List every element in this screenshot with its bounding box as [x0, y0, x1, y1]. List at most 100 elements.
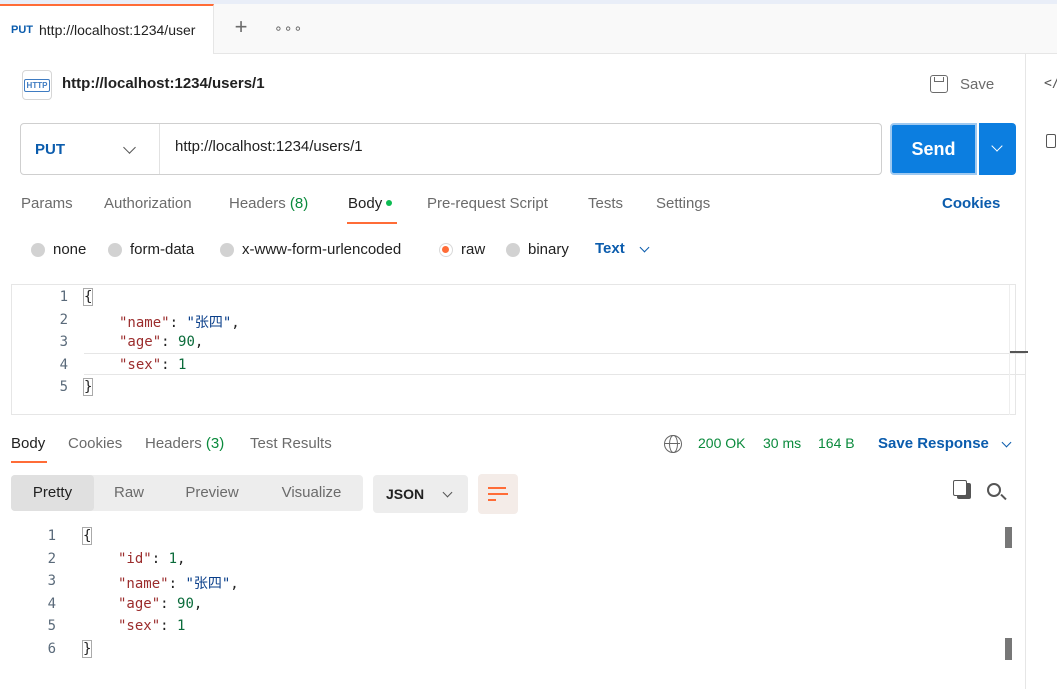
request-title[interactable]: http://localhost:1234/users/1	[62, 75, 265, 92]
url-bar: PUT	[20, 123, 882, 175]
line-number: 4	[47, 596, 56, 612]
body-format-value: Text	[595, 240, 625, 257]
tab-body-label: Body	[348, 195, 383, 212]
response-time[interactable]: 30 ms	[763, 435, 801, 451]
method-select[interactable]: PUT	[21, 124, 160, 174]
json-key: "name"	[119, 315, 170, 331]
radio-circle-selected	[439, 242, 453, 257]
send-button[interactable]: Send	[890, 123, 977, 175]
http-request-icon: HTTP	[22, 70, 52, 100]
editor-scrollbar[interactable]	[1009, 285, 1028, 415]
code-line: {	[83, 288, 94, 306]
view-visualize[interactable]: Visualize	[260, 475, 363, 511]
tab-authorization[interactable]: Authorization	[104, 195, 192, 212]
radio-none[interactable]: none	[31, 241, 86, 258]
radio-binary[interactable]: binary	[506, 241, 569, 258]
save-response-button[interactable]: Save Response	[878, 435, 1012, 452]
line-number: 2	[59, 312, 68, 328]
active-tab-indicator	[347, 222, 397, 224]
wrap-line	[488, 487, 506, 489]
request-body-editor[interactable]: 1 2 3 4 5 { "name": "张四", "age": 90, "se…	[11, 284, 1028, 415]
response-tab-headers[interactable]: Headers (3)	[145, 435, 224, 452]
radio-none-label: none	[53, 241, 87, 258]
more-tabs-icon[interactable]: ∘∘∘	[274, 14, 302, 42]
line-number: 3	[59, 334, 68, 350]
wrap-lines-icon[interactable]	[478, 474, 518, 514]
save-icon	[930, 75, 948, 93]
response-scrollbar-top[interactable]	[1005, 527, 1012, 548]
copy-icon[interactable]	[953, 480, 971, 499]
tab-params[interactable]: Params	[21, 195, 73, 212]
code-line: "age": 90,	[118, 596, 203, 612]
response-view-selector: Pretty Raw Preview Visualize	[11, 475, 363, 511]
tab-headers[interactable]: Headers (8)	[229, 195, 308, 212]
cookies-link[interactable]: Cookies	[942, 195, 1000, 212]
tab-prerequest-script[interactable]: Pre-request Script	[427, 195, 548, 212]
line-number: 5	[59, 379, 68, 395]
json-key: "age"	[118, 596, 161, 612]
brace-open: {	[83, 288, 94, 306]
tab-headers-count: (8)	[289, 195, 309, 212]
line-number: 6	[47, 641, 56, 657]
brace-open: {	[82, 527, 93, 545]
response-body-viewer[interactable]: 1 2 3 4 5 6 { "id": 1, "name": "张四", "ag…	[11, 520, 1016, 670]
json-value: "张四"	[186, 315, 232, 331]
radio-form-data[interactable]: form-data	[108, 241, 194, 258]
code-line: }	[82, 640, 93, 658]
code-icon[interactable]: </	[1044, 76, 1057, 91]
search-icon[interactable]	[987, 483, 1001, 497]
json-value: 1	[168, 551, 178, 567]
response-tab-body[interactable]: Body	[11, 435, 45, 452]
tab-settings[interactable]: Settings	[656, 195, 710, 212]
body-indicator-dot	[386, 200, 393, 206]
save-button[interactable]: Save	[930, 71, 994, 97]
body-format-select[interactable]: Text	[595, 240, 650, 257]
view-preview[interactable]: Preview	[164, 475, 260, 511]
request-tab[interactable]: PUT http://localhost:1234/user	[0, 4, 214, 54]
code-line: }	[83, 378, 94, 396]
tab-body[interactable]: Body	[348, 195, 393, 212]
globe-icon[interactable]	[664, 435, 682, 453]
scrollbar-thumb[interactable]	[1010, 351, 1028, 353]
radio-circle	[31, 242, 45, 257]
save-label: Save	[960, 75, 995, 93]
chevron-down-icon	[123, 141, 136, 154]
response-tab-test-results[interactable]: Test Results	[250, 435, 332, 452]
save-response-label: Save Response	[878, 435, 989, 452]
code-line: "name": "张四",	[119, 315, 240, 331]
radio-raw-label: raw	[461, 241, 486, 258]
method-value: PUT	[35, 140, 65, 158]
response-headers-count: (3)	[205, 435, 225, 452]
response-size[interactable]: 164 B	[818, 435, 855, 451]
right-rail: </	[1025, 54, 1057, 689]
status-code[interactable]: 200 OK	[698, 435, 745, 451]
tab-tests[interactable]: Tests	[588, 195, 623, 212]
brace-close: }	[82, 640, 93, 658]
response-tab-cookies[interactable]: Cookies	[68, 435, 122, 452]
send-options-button[interactable]	[979, 123, 1016, 175]
json-key: "age"	[119, 334, 162, 350]
radio-urlencoded[interactable]: x-www-form-urlencoded	[220, 241, 401, 258]
json-key: "name"	[118, 576, 169, 592]
radio-raw[interactable]: raw	[439, 241, 485, 258]
line-number: 1	[47, 528, 56, 544]
radio-circle	[220, 242, 234, 257]
radio-circle	[506, 242, 520, 257]
response-format-select[interactable]: JSON	[373, 475, 468, 513]
code-line: {	[82, 527, 93, 545]
docs-icon[interactable]	[1046, 134, 1056, 148]
radio-binary-label: binary	[528, 241, 569, 258]
response-scrollbar-bottom[interactable]	[1005, 638, 1012, 660]
view-pretty[interactable]: Pretty	[11, 475, 94, 511]
json-key: "id"	[118, 551, 152, 567]
line-number: 3	[47, 573, 56, 589]
http-icon-label: HTTP	[23, 78, 51, 92]
json-value: 1	[178, 357, 187, 373]
new-tab-icon[interactable]: +	[229, 14, 253, 42]
chevron-down-icon	[639, 242, 650, 252]
line-number: 1	[59, 289, 68, 305]
json-key: "sex"	[118, 618, 161, 634]
view-raw[interactable]: Raw	[94, 475, 164, 511]
tab-bar: PUT http://localhost:1234/user + ∘∘∘	[0, 0, 1057, 54]
url-input[interactable]	[175, 138, 855, 155]
